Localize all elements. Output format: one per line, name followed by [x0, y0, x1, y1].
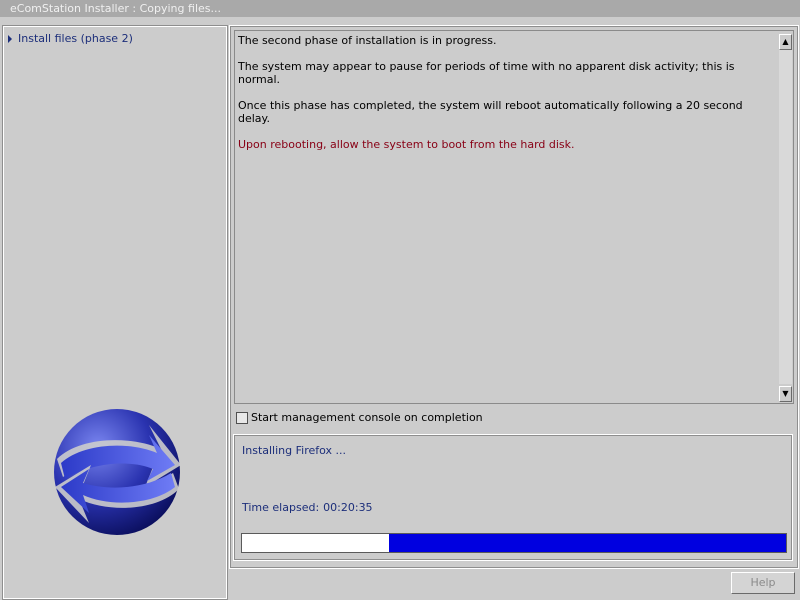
progress-fill [389, 534, 786, 552]
elapsed-time: Time elapsed: 00:20:35 [242, 501, 373, 514]
console-label[interactable]: Start management console on completion [251, 411, 483, 424]
main-panel: The second phase of installation is in p… [229, 25, 799, 569]
status-panel: Installing Firefox ... Time elapsed: 00:2… [233, 434, 793, 561]
progress-bar [241, 533, 787, 553]
elapsed-label: Time elapsed: [242, 501, 320, 514]
help-button[interactable]: Help [731, 572, 795, 594]
window-title: eComStation Installer : Copying files... [10, 2, 221, 15]
activity-text: Installing Firefox ... [242, 444, 347, 457]
phase-panel: Install files (phase 2) [2, 25, 228, 600]
console-checkbox[interactable] [236, 412, 248, 424]
phase-item-install-files: Install files (phase 2) [8, 32, 133, 46]
warning-message: Upon rebooting, allow the system to boot… [238, 138, 575, 151]
elapsed-value: 00:20:35 [323, 501, 373, 514]
vertical-scrollbar[interactable]: ▲ ▼ [779, 34, 792, 402]
message-line: The second phase of installation is in p… [238, 34, 497, 47]
triangle-right-icon [8, 35, 12, 43]
scroll-track[interactable] [779, 50, 792, 384]
message-line: Once this phase has completed, the syste… [238, 99, 743, 125]
scroll-down-icon[interactable]: ▼ [779, 386, 792, 402]
console-option[interactable]: Start management console on completion [236, 411, 483, 425]
ecomstation-logo [54, 409, 181, 535]
phase-label: Install files (phase 2) [18, 32, 133, 45]
title-bar: eComStation Installer : Copying files... [0, 0, 800, 17]
scroll-up-icon[interactable]: ▲ [779, 34, 792, 50]
message-area: The second phase of installation is in p… [234, 30, 794, 404]
message-line: The system may appear to pause for perio… [238, 60, 735, 86]
